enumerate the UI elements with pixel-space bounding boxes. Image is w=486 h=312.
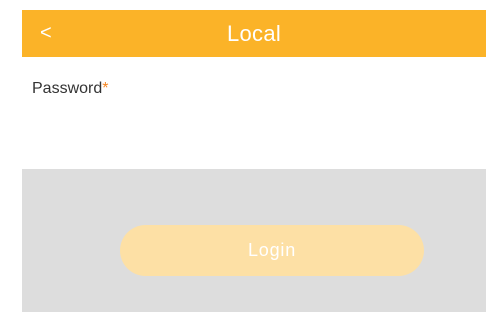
- page-title: Local: [226, 21, 282, 46]
- footer-panel: Login: [22, 169, 486, 312]
- login-screen: < Local Password* Login: [0, 0, 486, 312]
- header-bar: < Local: [22, 10, 486, 57]
- login-button[interactable]: Login: [120, 225, 424, 276]
- required-marker: *: [102, 80, 109, 97]
- password-input[interactable]: [32, 104, 472, 148]
- password-label-text: Password: [32, 80, 103, 97]
- password-label: Password*: [32, 80, 108, 98]
